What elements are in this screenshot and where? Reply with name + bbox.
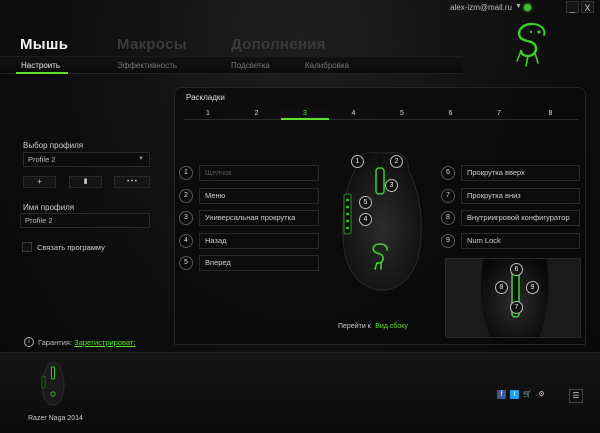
mouse-label-3: 3: [385, 179, 398, 192]
button-assignment-9[interactable]: Num Lock: [461, 233, 580, 249]
button-assignment-2[interactable]: Меню: [199, 188, 319, 204]
tab-keymap-4[interactable]: 4: [329, 108, 378, 120]
button-number-8: 8: [441, 211, 455, 225]
tab-keymap-8[interactable]: 8: [523, 108, 578, 120]
profile-name-input[interactable]: Profile 2: [20, 213, 150, 228]
profile-select-value: Profile 2: [28, 155, 56, 164]
tab-keymap-5[interactable]: 5: [378, 108, 426, 120]
button-number-7: 7: [441, 189, 455, 203]
profile-select[interactable]: Profile 2 ▼: [23, 152, 150, 167]
subnav-active-indicator: [16, 72, 68, 74]
mouse-label-1: 1: [351, 155, 364, 168]
button-assignment-5[interactable]: Вперед: [199, 255, 319, 271]
device-thumbnail-image[interactable]: [38, 362, 68, 406]
side-view-text: Перейти к: [338, 323, 371, 330]
tab-keymap-1[interactable]: 1: [184, 108, 232, 120]
mouse-label-2: 2: [390, 155, 403, 168]
chevron-down-icon: ▼: [138, 156, 144, 162]
close-button[interactable]: X: [581, 1, 594, 13]
sync-status-icon[interactable]: [524, 4, 531, 11]
minimize-button[interactable]: _: [566, 1, 579, 13]
mouse-label-5: 5: [359, 196, 372, 209]
tab-keymap-7[interactable]: 7: [475, 108, 523, 120]
profile-name-label: Имя профиля: [23, 203, 75, 212]
account-email[interactable]: alex-izm@mail.ru: [450, 3, 512, 12]
side-label-6: 6: [510, 263, 523, 276]
button-number-5: 5: [179, 256, 193, 270]
side-label-7: 7: [510, 301, 523, 314]
warranty-label: Гарантия:: [38, 338, 73, 347]
button-assignment-3[interactable]: Универсальная прокрутка: [199, 210, 319, 226]
button-assignment-4[interactable]: Назад: [199, 233, 319, 249]
side-view-link[interactable]: Вид сбоку: [375, 323, 408, 330]
button-number-9: 9: [441, 234, 455, 248]
account-dropdown-icon[interactable]: ▼: [515, 3, 522, 10]
link-program-checkbox[interactable]: [22, 242, 32, 252]
app-window: alex-izm@mail.ru ▼ _ X Мышь Макросы Допо…: [0, 0, 600, 433]
menu-button[interactable]: ☰: [569, 389, 583, 403]
nav-macros[interactable]: Макросы: [117, 36, 187, 53]
subnav-lighting[interactable]: Подсветка: [231, 61, 270, 70]
side-label-9: 9: [526, 281, 539, 294]
add-profile-button[interactable]: +: [23, 176, 56, 188]
mouse-label-4: 4: [359, 213, 372, 226]
nav-mouse[interactable]: Мышь: [20, 36, 68, 53]
register-link[interactable]: Зарегистрироват:: [74, 338, 135, 347]
subnav-customize[interactable]: Настроить: [21, 61, 60, 70]
twitter-icon[interactable]: t: [510, 390, 519, 399]
tab-keymap-2[interactable]: 2: [232, 108, 281, 120]
button-number-1: 1: [179, 166, 193, 180]
side-view-prompt: Перейти к Вид сбоку: [338, 315, 408, 333]
button-number-4: 4: [179, 234, 193, 248]
razer-logo-icon: [516, 22, 546, 67]
profile-select-label: Выбор профиля: [23, 141, 84, 150]
facebook-icon[interactable]: f: [497, 390, 506, 399]
button-number-2: 2: [179, 189, 193, 203]
link-program-label: Связать программу: [37, 243, 105, 252]
panel-title: Раскладки: [186, 93, 225, 102]
more-options-button[interactable]: • • •: [114, 176, 150, 188]
tab-keymap-6[interactable]: 6: [426, 108, 475, 120]
mouse-top-view-image: [342, 152, 422, 291]
delete-profile-button[interactable]: ▮: [69, 176, 102, 188]
store-cart-icon[interactable]: 🛒: [523, 390, 532, 399]
nav-extras[interactable]: Дополнения: [231, 36, 326, 53]
subnav-performance[interactable]: Эффективность: [117, 61, 177, 70]
warranty-text: Гарантия: Зарегистрироват:: [38, 338, 135, 347]
button-number-6: 6: [441, 166, 455, 180]
side-label-8: 8: [495, 281, 508, 294]
button-assignment-1[interactable]: Щелчок: [199, 165, 319, 181]
settings-icon[interactable]: ⚙: [537, 390, 546, 399]
button-assignment-8[interactable]: Внутриигровой конфигуратор: [461, 210, 580, 226]
subnav-calibration[interactable]: Калибровка: [305, 61, 349, 70]
button-assignment-6[interactable]: Прокрутка вверх: [461, 165, 580, 181]
tab-keymap-3[interactable]: 3: [281, 108, 329, 120]
button-assignment-7[interactable]: Прокрутка вниз: [461, 188, 580, 204]
button-number-3: 3: [179, 211, 193, 225]
device-name: Razer Naga 2014: [28, 415, 83, 422]
info-icon: i: [24, 337, 34, 347]
